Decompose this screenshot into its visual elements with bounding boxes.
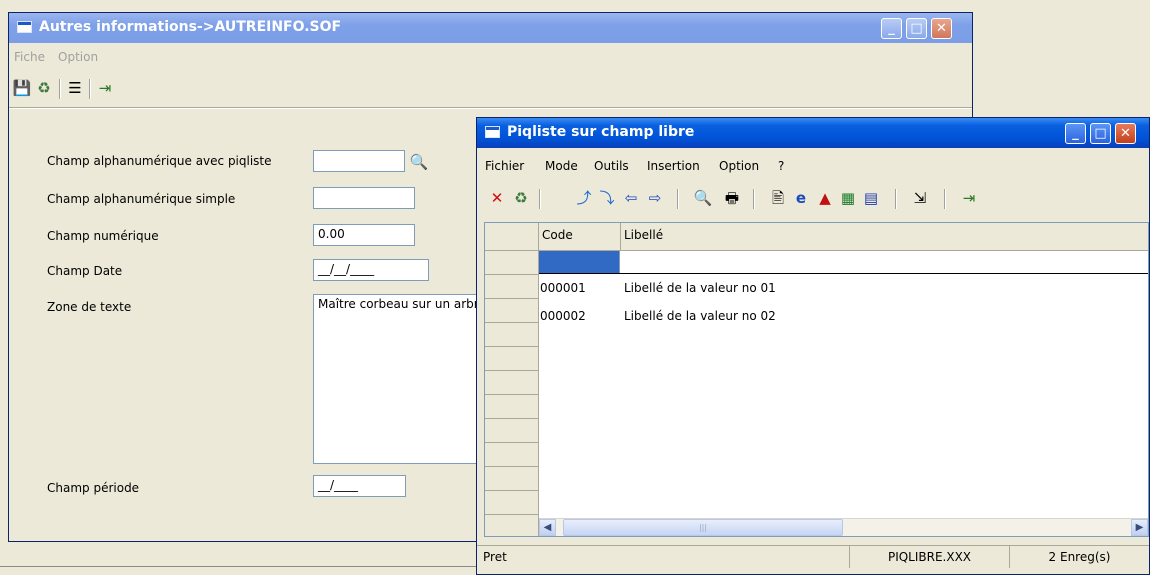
piqliste-title-bar[interactable]: Piqliste sur champ libre _ □ ✕: [477, 118, 1149, 148]
selected-cell[interactable]: [539, 251, 619, 273]
piqliste-window-title: Piqliste sur champ libre: [507, 124, 695, 140]
text-area-label: Zone de texte: [47, 300, 132, 314]
horizontal-scrollbar[interactable]: ◀ ||| ▶: [539, 518, 1148, 536]
date-field-label: Champ Date: [47, 264, 123, 278]
exit-icon[interactable]: ⇥: [95, 78, 115, 98]
piqliste-toolbar: ✕ ♻ ⤴ ⤵ ⇦ ⇨ 🔍 🖶 🖹 e ▲ ▦ ▤ ⇲ ⇥: [477, 185, 1149, 213]
window-icon: [485, 126, 500, 138]
down-icon[interactable]: ⤵: [597, 188, 617, 208]
toolbar-separator: [89, 79, 91, 99]
excel-icon[interactable]: ▦: [838, 188, 858, 208]
delete-icon[interactable]: ✕: [487, 188, 507, 208]
status-record-count: 2 Enreg(s): [1009, 546, 1149, 568]
recycle-icon[interactable]: ♻: [34, 78, 54, 98]
toolbar-separator: [753, 189, 755, 209]
column-header-libelle[interactable]: Libellé: [621, 223, 1148, 251]
menu-help[interactable]: ?: [778, 159, 784, 173]
period-field[interactable]: __/____: [313, 475, 406, 497]
simple-field-label: Champ alphanumérique simple: [47, 192, 236, 206]
toolbar-separator: [539, 189, 541, 209]
row-1-code[interactable]: 000001: [540, 281, 586, 295]
piqliste-grid: Code Libellé 000001 Libellé de la valeur…: [484, 222, 1149, 537]
piqliste-field-label: Champ alphanumérique avec piqliste: [47, 154, 272, 168]
row-header[interactable]: [485, 275, 538, 299]
text-area[interactable]: Maître corbeau sur un arbre: [313, 294, 493, 464]
selected-row-bottom-border: [539, 273, 1148, 274]
status-message: Pret: [483, 550, 507, 564]
piqliste-field[interactable]: [313, 150, 405, 172]
menu-outils[interactable]: Outils: [594, 159, 629, 173]
row-header[interactable]: [485, 347, 538, 371]
up-icon[interactable]: ⤴: [574, 188, 594, 208]
selected-row[interactable]: [539, 251, 1148, 273]
search-icon[interactable]: 🔍: [693, 188, 713, 208]
toolbar-separator: [944, 189, 946, 209]
row-2-code[interactable]: 000002: [540, 309, 586, 323]
menu-option[interactable]: Option: [719, 159, 759, 173]
row-header-corner: [485, 223, 538, 251]
maximize-button[interactable]: □: [1090, 123, 1111, 144]
row-header[interactable]: [485, 419, 538, 443]
simple-field[interactable]: [313, 187, 415, 209]
select-icon[interactable]: ⇲: [910, 188, 930, 208]
recycle-icon[interactable]: ♻: [511, 188, 531, 208]
main-window-title: Autres informations->AUTREINFO.SOF: [39, 19, 342, 35]
date-field[interactable]: __/__/____: [313, 259, 429, 281]
row-header[interactable]: [485, 371, 538, 395]
right-arrow-icon[interactable]: ⇨: [645, 188, 665, 208]
menu-option[interactable]: Option: [58, 50, 98, 64]
row-header[interactable]: [485, 395, 538, 419]
print-icon[interactable]: 🖶: [722, 188, 742, 208]
row-header[interactable]: [485, 443, 538, 467]
maximize-button[interactable]: □: [906, 18, 927, 39]
close-button[interactable]: ✕: [1115, 123, 1136, 144]
pdf-icon[interactable]: ▲: [815, 188, 835, 208]
row-header[interactable]: [485, 467, 538, 491]
row-2-label[interactable]: Libellé de la valeur no 02: [624, 309, 776, 323]
window-icon: [17, 21, 32, 33]
row-header[interactable]: [485, 251, 538, 275]
status-file: PIQLIBRE.XXX: [849, 546, 1009, 568]
list-icon[interactable]: ☰: [65, 78, 85, 98]
search-icon[interactable]: 🔍: [409, 152, 429, 172]
internet-explorer-icon[interactable]: e: [791, 188, 811, 208]
main-menubar: Fiche Option: [9, 47, 972, 67]
main-toolbar: 💾 ♻ ☰ ⇥: [9, 75, 972, 103]
minimize-button[interactable]: _: [881, 18, 902, 39]
numeric-field-label: Champ numérique: [47, 229, 159, 243]
minimize-button[interactable]: _: [1065, 123, 1086, 144]
main-divider: [9, 107, 972, 109]
row-header[interactable]: [485, 491, 538, 515]
menu-insertion[interactable]: Insertion: [647, 159, 700, 173]
piqliste-window: Piqliste sur champ libre _ □ ✕ Fichier M…: [476, 117, 1150, 575]
scroll-left-button[interactable]: ◀: [539, 519, 556, 536]
main-title-bar[interactable]: Autres informations->AUTREINFO.SOF _ □ ✕: [9, 13, 972, 43]
toolbar-separator: [895, 189, 897, 209]
cell-divider: [619, 251, 620, 273]
row-header[interactable]: [485, 323, 538, 347]
menu-fiche[interactable]: Fiche: [14, 50, 45, 64]
save-icon[interactable]: 💾: [12, 78, 32, 98]
row-header-column: [485, 223, 539, 536]
piqliste-statusbar: Pret PIQLIBRE.XXX 2 Enreg(s): [477, 545, 1149, 568]
exit-icon[interactable]: ⇥: [959, 188, 979, 208]
menu-fichier[interactable]: Fichier: [485, 159, 524, 173]
scroll-thumb[interactable]: |||: [563, 519, 843, 536]
piqliste-menubar: Fichier Mode Outils Insertion Option ?: [477, 156, 1149, 176]
period-field-label: Champ période: [47, 481, 140, 495]
toolbar-separator: [677, 189, 679, 209]
row-header[interactable]: [485, 299, 538, 323]
preview-icon[interactable]: 🖹: [768, 188, 788, 208]
desktop-divider: [0, 566, 480, 567]
scroll-right-button[interactable]: ▶: [1131, 519, 1148, 536]
row-1-label[interactable]: Libellé de la valeur no 01: [624, 281, 776, 295]
left-arrow-icon[interactable]: ⇦: [621, 188, 641, 208]
desktop-background: [0, 548, 480, 575]
toolbar-separator: [59, 79, 61, 99]
word-icon[interactable]: ▤: [861, 188, 881, 208]
menu-mode[interactable]: Mode: [545, 159, 578, 173]
numeric-field[interactable]: 0.00: [313, 224, 415, 246]
close-button[interactable]: ✕: [931, 18, 952, 39]
column-header-code[interactable]: Code: [539, 223, 621, 251]
